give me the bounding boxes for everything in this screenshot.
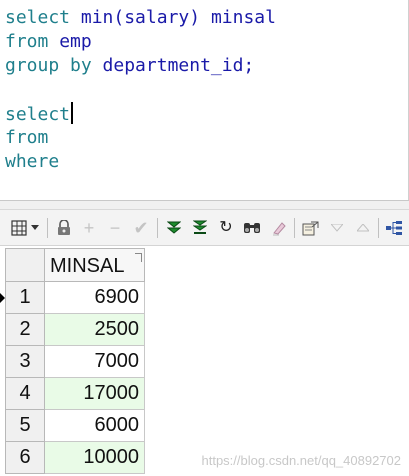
identifier: minsal <box>210 7 276 28</box>
code-line-2: from emp <box>5 30 92 54</box>
column-resize-handle[interactable] <box>135 253 142 262</box>
keyword: where <box>5 151 60 172</box>
table-row[interactable]: 4 17000 <box>0 378 150 410</box>
fetch-last-icon[interactable] <box>191 219 209 237</box>
grid-cell[interactable]: 10000 <box>45 442 145 474</box>
keyword: select <box>5 7 71 28</box>
toolbar-separator <box>294 218 295 238</box>
row-number[interactable]: 2 <box>5 314 45 346</box>
row-number[interactable]: 3 <box>5 346 45 378</box>
identifier: emp <box>59 31 92 52</box>
watermark: https://blog.csdn.net/qq_40892702 <box>201 453 402 468</box>
grid-header-row: MINSAL <box>0 248 150 282</box>
find-icon[interactable] <box>243 219 261 237</box>
code-line-7: where <box>5 150 59 174</box>
toolbar-separator <box>157 218 158 238</box>
grid-corner[interactable] <box>5 248 45 282</box>
refresh-icon[interactable]: ↻ <box>217 219 235 237</box>
query-plan-icon[interactable] <box>385 219 403 237</box>
sql-editor[interactable]: select min(salary) minsal from emp group… <box>0 0 409 200</box>
add-record-icon[interactable]: + <box>80 219 98 237</box>
row-number[interactable]: 5 <box>5 410 45 442</box>
code-line-3: group by department_id; <box>5 54 254 78</box>
row-number[interactable]: 4 <box>5 378 45 410</box>
table-row[interactable]: 6 10000 <box>0 442 150 474</box>
table-row[interactable]: 5 6000 <box>0 410 150 442</box>
keyword: from <box>5 31 49 52</box>
sort-asc-icon[interactable] <box>354 219 372 237</box>
grid-cell[interactable]: 7000 <box>45 346 145 378</box>
grid-view-icon[interactable] <box>10 219 28 237</box>
code-line-6: from <box>5 126 48 150</box>
column-header-minsal[interactable]: MINSAL <box>45 248 145 282</box>
keyword: from <box>5 127 49 148</box>
keyword: select <box>5 104 71 125</box>
post-edit-icon[interactable]: ✔ <box>132 219 150 237</box>
delete-record-icon[interactable]: − <box>106 219 124 237</box>
table-row[interactable]: 2 2500 <box>0 314 150 346</box>
text-cursor <box>71 102 74 124</box>
fetch-next-icon[interactable] <box>165 219 183 237</box>
code-line-5: select <box>5 102 74 126</box>
export-icon[interactable] <box>302 219 320 237</box>
code-line-1: select min(salary) minsal <box>5 6 276 30</box>
grid-cell[interactable]: 17000 <box>45 378 145 410</box>
grid-cell[interactable]: 6900 <box>45 282 145 314</box>
column-header-label: MINSAL <box>50 255 125 277</box>
row-number[interactable]: 1 <box>5 282 45 314</box>
splitter-handle[interactable] <box>0 200 409 210</box>
toolbar-separator <box>378 218 379 238</box>
dropdown-arrow-icon[interactable] <box>30 219 40 237</box>
results-toolbar: + − ✔ ↻ <box>0 210 409 246</box>
toolbar-separator <box>47 218 48 238</box>
identifier: department_id; <box>102 55 255 76</box>
table-row[interactable]: 3 7000 <box>0 346 150 378</box>
table-row[interactable]: 1 6900 <box>0 282 150 314</box>
clear-icon[interactable] <box>270 219 288 237</box>
results-grid: MINSAL 1 6900 2 2500 3 7000 4 17000 5 6000 6 10000 <box>0 248 409 476</box>
lock-icon[interactable] <box>55 219 73 237</box>
grid-cell[interactable]: 6000 <box>45 410 145 442</box>
sort-desc-icon[interactable] <box>328 219 346 237</box>
grid-cell[interactable]: 2500 <box>45 314 145 346</box>
keyword: group by <box>5 55 92 76</box>
row-number[interactable]: 6 <box>5 442 45 474</box>
identifier: min(salary) <box>80 7 201 28</box>
